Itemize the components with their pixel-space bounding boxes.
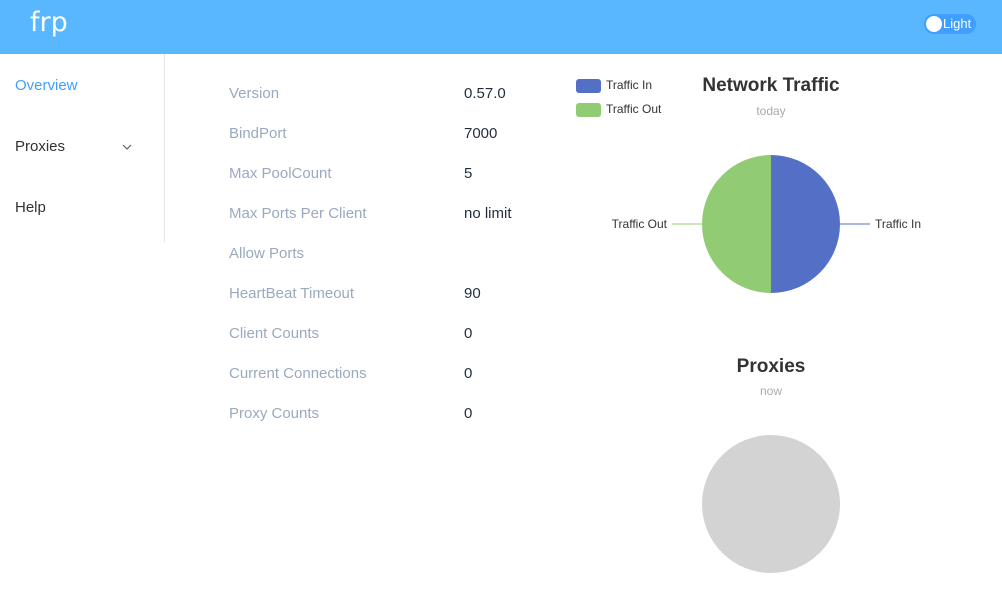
traffic-slice-traffic-in[interactable] xyxy=(771,155,840,293)
proxies-empty-pie xyxy=(702,435,840,573)
traffic-slice-traffic-out[interactable] xyxy=(702,155,771,293)
traffic-label-traffic-out: Traffic Out xyxy=(612,217,668,231)
charts-canvas: Traffic In Traffic Out xyxy=(612,155,921,573)
traffic-label-traffic-in: Traffic In xyxy=(875,217,921,231)
